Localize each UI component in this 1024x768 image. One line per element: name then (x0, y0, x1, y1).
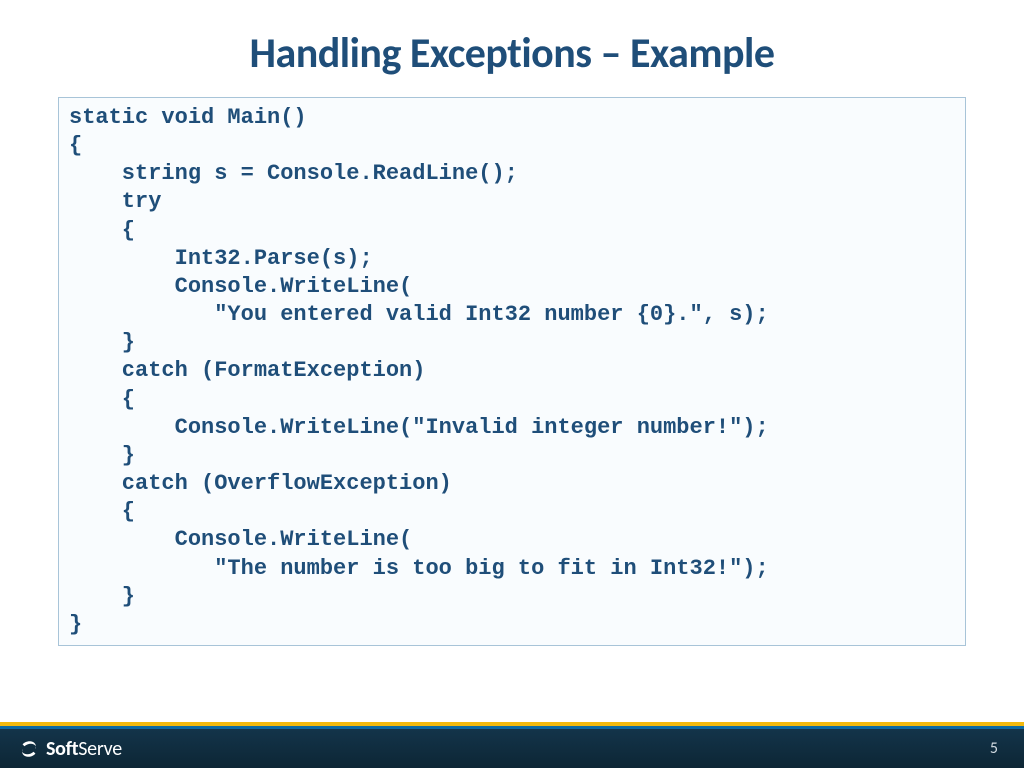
brand-logo: SoftServe (18, 737, 122, 761)
swirl-icon (18, 738, 40, 760)
slide-title: Handling Exceptions – Example (0, 0, 1024, 97)
brand-bold: Soft (46, 737, 78, 761)
footer-bar: SoftServe 5 (0, 729, 1024, 768)
footer: SoftServe 5 (0, 722, 1024, 768)
brand-name: SoftServe (46, 737, 122, 761)
brand-light: Serve (78, 737, 122, 761)
page-number: 5 (990, 739, 998, 758)
slide: Handling Exceptions – Example static voi… (0, 0, 1024, 768)
code-block: static void Main() { string s = Console.… (58, 97, 966, 646)
